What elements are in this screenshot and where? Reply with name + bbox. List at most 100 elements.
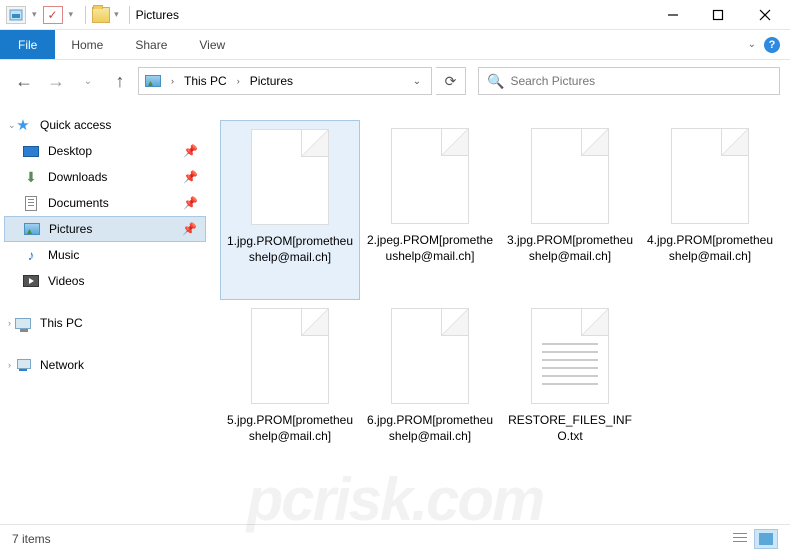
file-thumbnail <box>391 308 469 404</box>
search-input[interactable] <box>510 74 771 88</box>
sidebar-label: This PC <box>40 316 83 330</box>
file-thumbnail <box>251 308 329 404</box>
address-bar[interactable]: › This PC › Pictures ⌄ <box>138 67 432 95</box>
details-view-button[interactable] <box>728 529 752 549</box>
checkbox-qat-button[interactable]: ✓ <box>43 6 63 24</box>
file-item[interactable]: 5.jpg.PROM[prometheushelp@mail.ch] <box>220 300 360 480</box>
sidebar-item-label: Downloads <box>48 170 107 184</box>
file-item[interactable]: 3.jpg.PROM[prometheushelp@mail.ch] <box>500 120 640 300</box>
pc-icon <box>14 315 32 331</box>
main-area: ⌄ ★ Quick access Desktop 📌 ⬇ Downloads 📌… <box>0 102 790 524</box>
large-icons-view-button[interactable] <box>754 529 778 549</box>
file-thumbnail <box>251 129 329 225</box>
sidebar-item-documents[interactable]: Documents 📌 <box>4 190 206 216</box>
sidebar-label: Quick access <box>40 118 111 132</box>
sidebar-item-label: Pictures <box>49 222 92 236</box>
file-thumbnail <box>531 308 609 404</box>
title-dropdown-icon[interactable]: ▾ <box>114 9 119 20</box>
sidebar-item-label: Videos <box>48 274 84 288</box>
sidebar-item-videos[interactable]: Videos <box>4 268 206 294</box>
search-box[interactable]: 🔍 <box>478 67 780 95</box>
qat-dropdown-icon-2[interactable]: ▾ <box>69 9 74 20</box>
star-icon: ★ <box>14 117 32 133</box>
titlebar: ▾ ✓ ▾ ▾ Pictures <box>0 0 790 30</box>
properties-qat-button[interactable] <box>6 6 26 24</box>
search-icon: 🔍 <box>487 73 504 90</box>
file-name: 5.jpg.PROM[prometheushelp@mail.ch] <box>224 412 356 444</box>
music-icon: ♪ <box>22 247 40 263</box>
network-icon <box>14 357 32 373</box>
desktop-icon <box>22 143 40 159</box>
sidebar-item-downloads[interactable]: ⬇ Downloads 📌 <box>4 164 206 190</box>
pictures-icon <box>23 221 41 237</box>
sidebar-quick-access[interactable]: ⌄ ★ Quick access <box>4 112 206 138</box>
file-thumbnail <box>531 128 609 224</box>
breadcrumb-segment[interactable]: This PC <box>182 74 229 88</box>
maximize-button[interactable] <box>695 0 740 30</box>
quick-access-toolbar: ▾ ✓ ▾ <box>0 6 79 24</box>
separator <box>129 6 130 24</box>
status-bar: 7 items <box>0 524 790 552</box>
navigation-pane: ⌄ ★ Quick access Desktop 📌 ⬇ Downloads 📌… <box>0 102 210 524</box>
file-item[interactable]: 6.jpg.PROM[prometheushelp@mail.ch] <box>360 300 500 480</box>
item-count: 7 items <box>12 532 51 546</box>
recent-locations-button[interactable]: ⌄ <box>74 67 102 95</box>
pin-icon: 📌 <box>183 196 198 210</box>
address-dropdown-icon[interactable]: ⌄ <box>407 76 427 87</box>
sidebar-item-label: Documents <box>48 196 109 210</box>
up-button[interactable]: ↑ <box>106 67 134 95</box>
view-toggle <box>728 529 778 549</box>
file-name: 6.jpg.PROM[prometheushelp@mail.ch] <box>364 412 496 444</box>
file-list[interactable]: 1.jpg.PROM[prometheushelp@mail.ch]2.jpeg… <box>210 102 790 524</box>
breadcrumb-segment[interactable]: Pictures <box>248 74 295 88</box>
back-button[interactable]: ← <box>10 67 38 95</box>
expand-ribbon-icon[interactable]: ⌄ <box>748 39 756 50</box>
tab-home[interactable]: Home <box>55 30 119 59</box>
location-icon <box>143 75 163 87</box>
file-name: 2.jpeg.PROM[prometheushelp@mail.ch] <box>364 232 496 264</box>
file-thumbnail <box>671 128 749 224</box>
file-tab[interactable]: File <box>0 30 55 59</box>
documents-icon <box>22 195 40 211</box>
sidebar-item-label: Music <box>48 248 79 262</box>
file-name: 4.jpg.PROM[prometheushelp@mail.ch] <box>644 232 776 264</box>
file-item[interactable]: 2.jpeg.PROM[prometheushelp@mail.ch] <box>360 120 500 300</box>
sidebar-network[interactable]: › Network <box>4 352 206 378</box>
help-icon[interactable]: ? <box>764 37 780 53</box>
expand-icon[interactable]: › <box>8 318 11 328</box>
sidebar-item-pictures[interactable]: Pictures 📌 <box>4 216 206 242</box>
chevron-right-icon[interactable]: › <box>167 76 178 86</box>
sidebar-label: Network <box>40 358 84 372</box>
separator <box>85 6 86 24</box>
refresh-button[interactable]: ⟳ <box>436 67 466 95</box>
pin-icon: 📌 <box>183 144 198 158</box>
file-thumbnail <box>391 128 469 224</box>
expand-icon[interactable]: › <box>8 360 11 370</box>
folder-icon <box>92 7 110 23</box>
window-controls <box>650 0 790 30</box>
window-title: Pictures <box>136 8 179 22</box>
sidebar-item-desktop[interactable]: Desktop 📌 <box>4 138 206 164</box>
downloads-icon: ⬇ <box>22 169 40 185</box>
collapse-icon[interactable]: ⌄ <box>8 120 16 131</box>
file-item[interactable]: 4.jpg.PROM[prometheushelp@mail.ch] <box>640 120 780 300</box>
forward-button[interactable]: → <box>42 67 70 95</box>
sidebar-this-pc[interactable]: › This PC <box>4 310 206 336</box>
file-name: 3.jpg.PROM[prometheushelp@mail.ch] <box>504 232 636 264</box>
navigation-bar: ← → ⌄ ↑ › This PC › Pictures ⌄ ⟳ 🔍 <box>0 60 790 102</box>
file-name: RESTORE_FILES_INFO.txt <box>504 412 636 444</box>
close-button[interactable] <box>740 0 790 30</box>
videos-icon <box>22 273 40 289</box>
pin-icon: 📌 <box>183 170 198 184</box>
sidebar-item-music[interactable]: ♪ Music <box>4 242 206 268</box>
qat-dropdown-icon[interactable]: ▾ <box>32 9 37 20</box>
ribbon: File Home Share View ⌄ ? <box>0 30 790 60</box>
minimize-button[interactable] <box>650 0 695 30</box>
tab-view[interactable]: View <box>183 30 241 59</box>
file-item[interactable]: RESTORE_FILES_INFO.txt <box>500 300 640 480</box>
pin-icon: 📌 <box>182 222 197 236</box>
file-item[interactable]: 1.jpg.PROM[prometheushelp@mail.ch] <box>220 120 360 300</box>
chevron-right-icon[interactable]: › <box>233 76 244 86</box>
sidebar-item-label: Desktop <box>48 144 92 158</box>
tab-share[interactable]: Share <box>119 30 183 59</box>
